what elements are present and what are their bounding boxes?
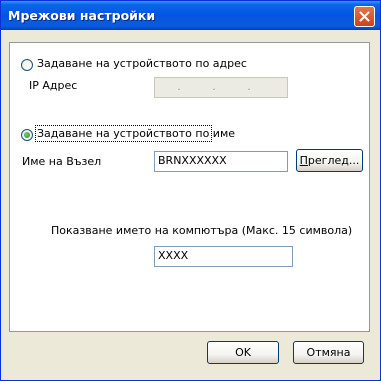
browse-button-label: реглед...	[307, 154, 360, 167]
settings-panel: Задаване на устройството по адрес IP Адр…	[9, 42, 370, 332]
dialog-content: Задаване на устройството по адрес IP Адр…	[5, 30, 376, 378]
address-radio-label[interactable]: Задаване на устройството по адрес	[37, 57, 247, 70]
radio-selected-dot	[24, 132, 30, 138]
close-button[interactable]	[354, 6, 375, 27]
browse-button-mnemonic: П	[299, 154, 308, 167]
browse-button[interactable]: Преглед...	[296, 149, 363, 172]
close-icon	[359, 11, 370, 22]
ip-address-label: IP Адрес	[29, 79, 78, 92]
cancel-button[interactable]: Отмяна	[293, 341, 364, 364]
node-name-label: Име на Възел	[22, 155, 102, 168]
ip-address-field[interactable]: . . .	[154, 77, 288, 98]
computer-name-label: Показване името на компютъра (Макс. 15 с…	[51, 224, 353, 237]
name-radio-label[interactable]: Задаване на устройството по име	[37, 127, 235, 140]
node-name-field[interactable]: BRNXXXXXX	[154, 151, 288, 172]
computer-name-field[interactable]: XXXX	[154, 246, 293, 267]
network-settings-dialog: Мрежови настройки Задаване на устройство…	[0, 0, 381, 381]
name-radio[interactable]	[21, 129, 33, 141]
ok-button[interactable]: OK	[207, 341, 279, 364]
title-bar[interactable]: Мрежови настройки	[1, 1, 380, 30]
address-radio[interactable]	[21, 59, 33, 71]
dialog-title: Мрежови настройки	[8, 8, 156, 23]
